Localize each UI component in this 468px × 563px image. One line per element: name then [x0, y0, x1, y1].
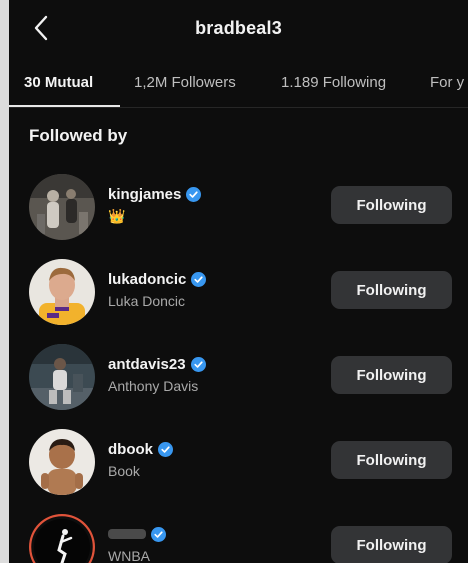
following-button[interactable]: Following	[331, 186, 452, 224]
list-item[interactable]: lukadoncic Luka Doncic Following	[9, 251, 468, 335]
list-item[interactable]: WNBA Following	[9, 506, 468, 563]
verified-badge-icon	[191, 271, 207, 287]
full-name: Anthony Davis	[108, 378, 199, 394]
full-name: Book	[108, 463, 140, 479]
avatar[interactable]	[29, 429, 95, 495]
following-button[interactable]: Following	[331, 441, 452, 479]
username[interactable]: kingjames	[108, 186, 181, 203]
following-button[interactable]: Following	[331, 356, 452, 394]
avatar[interactable]	[29, 514, 95, 563]
username[interactable]: lukadoncic	[108, 271, 186, 288]
tab-bar: 30 Mutual 1,2M Followers 1.189 Following…	[9, 64, 468, 108]
section-title: Followed by	[29, 126, 128, 145]
avatar[interactable]	[29, 174, 95, 240]
header: bradbeal3	[9, 0, 468, 56]
verified-badge-icon	[190, 356, 206, 372]
username[interactable]: antdavis23	[108, 356, 186, 373]
tab-followers[interactable]: 1,2M Followers	[134, 74, 236, 91]
tabs-divider	[9, 107, 468, 108]
full-name: Luka Doncic	[108, 293, 186, 309]
full-name: WNBA	[108, 548, 150, 563]
left-edge-strip	[0, 0, 9, 563]
tab-following[interactable]: 1.189 Following	[281, 74, 386, 91]
avatar[interactable]	[29, 344, 95, 410]
list-item[interactable]: kingjames 👑 Following	[9, 166, 468, 250]
avatar[interactable]	[29, 259, 95, 325]
verified-badge-icon	[186, 186, 202, 202]
verified-badge-icon	[158, 441, 173, 457]
page-title: bradbeal3	[195, 18, 282, 38]
verified-badge-icon	[151, 526, 166, 542]
tab-mutual[interactable]: 30 Mutual	[24, 74, 93, 91]
username[interactable]: dbook	[108, 441, 153, 458]
following-button[interactable]: Following	[331, 526, 452, 563]
app-screen: bradbeal3 30 Mutual 1,2M Followers 1.189…	[9, 0, 468, 563]
list-item[interactable]: antdavis23 Anthony Davis Following	[9, 336, 468, 420]
tab-for-you[interactable]: For y	[430, 74, 464, 91]
crown-emoji-subtitle: 👑	[108, 208, 126, 224]
following-button[interactable]: Following	[331, 271, 452, 309]
list-item[interactable]: dbook Book Following	[9, 421, 468, 505]
blurred-username	[108, 529, 146, 539]
